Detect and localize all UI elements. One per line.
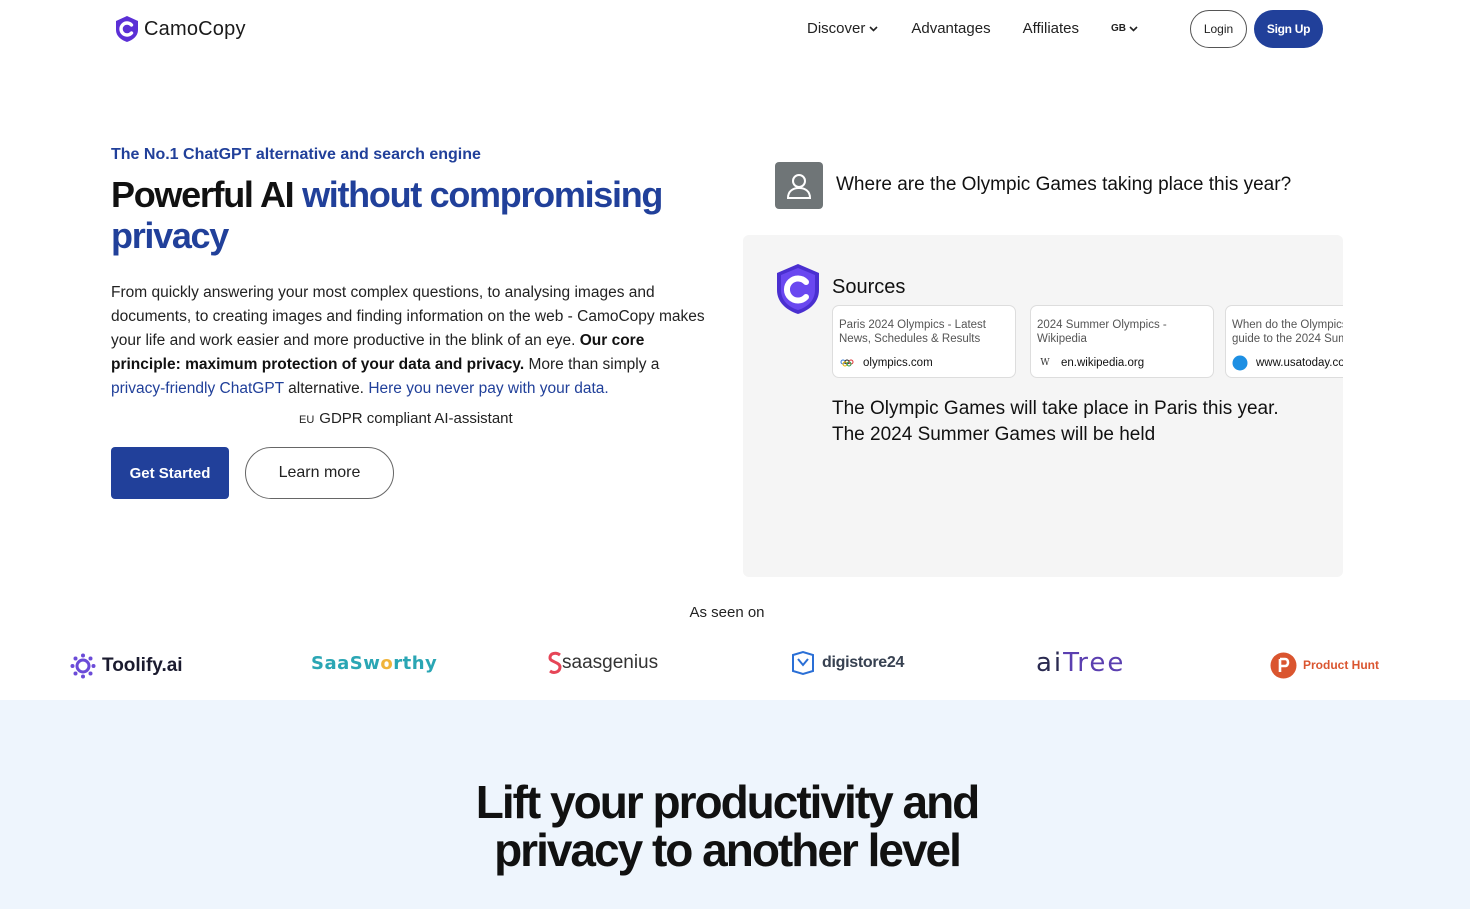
source-card[interactable]: When do the Olympics? A guide to the 202…: [1225, 305, 1343, 378]
hero-title: Powerful AI without compromising privacy: [111, 174, 711, 256]
saasworthy-part: rthy: [393, 652, 438, 674]
hero-desc-text: alternative.: [288, 380, 364, 397]
login-button[interactable]: Login: [1190, 10, 1247, 48]
aitree-logo[interactable]: aiTree: [1036, 645, 1125, 681]
user-icon: [786, 173, 812, 199]
saasworthy-logo[interactable]: SaaSworthy: [311, 645, 437, 681]
brand-logo[interactable]: CamoCopy: [114, 15, 246, 43]
toolify-name: Toolify.ai: [102, 655, 183, 676]
source-title: When do the Olympics? A guide to the 202…: [1232, 318, 1343, 348]
saasgenius-s-icon: [548, 651, 562, 674]
gdpr-badge: EU GDPR compliant AI-assistant: [299, 410, 513, 427]
aitree-name: aiTree: [1036, 648, 1125, 678]
nav-links: Discover Advantages Affiliates GB: [807, 20, 1138, 37]
features-section: Lift your productivity and privacy to an…: [0, 700, 1470, 909]
get-started-button[interactable]: Get Started: [111, 447, 229, 499]
user-question: Where are the Olympic Games taking place…: [836, 174, 1292, 195]
hero-desc-text: More than simply a: [528, 356, 660, 373]
digistore24-logo[interactable]: digistore24: [790, 645, 904, 681]
usatoday-icon: [1232, 355, 1248, 371]
eu-flag-icon: EU: [299, 414, 315, 426]
hero-title-plain: Powerful AI: [111, 174, 295, 215]
nav-advantages[interactable]: Advantages: [911, 20, 990, 37]
learn-more-button[interactable]: Learn more: [245, 447, 394, 499]
source-domain-row: www.usatoday.com: [1232, 355, 1343, 371]
source-card[interactable]: Paris 2024 Olympics - Latest News, Sched…: [832, 305, 1016, 378]
producthunt-icon: [1270, 652, 1297, 678]
section-title-line: privacy to another level: [494, 824, 962, 876]
sources-title: Sources: [832, 276, 906, 298]
chevron-down-icon: [1129, 25, 1138, 32]
source-title-line: News, Schedules & Results: [839, 333, 981, 345]
as-seen-on-label: As seen on: [689, 604, 765, 621]
press-logos: Toolify.ai SaaSworthy saasgenius digisto…: [0, 645, 1470, 685]
signup-button[interactable]: Sign Up: [1254, 10, 1323, 48]
language-label: GB: [1111, 23, 1127, 34]
source-title: 2024 Summer Olympics - Wikipedia: [1037, 318, 1207, 348]
hero-eyebrow: The No.1 ChatGPT alternative and search …: [111, 146, 481, 163]
producthunt-name: Product Hunt: [1303, 658, 1379, 672]
never-pay-link[interactable]: Here you never pay with your data.: [368, 380, 608, 397]
source-domain-row: olympics.com: [839, 356, 1009, 370]
source-domain: www.usatoday.com: [1256, 357, 1343, 369]
aitree-part: ai: [1036, 648, 1064, 678]
saasgenius-logo[interactable]: saasgenius: [548, 645, 658, 681]
source-title-line: 2024 Summer Olympics -: [1037, 319, 1167, 331]
source-title-line: guide to the 2024 Summer: [1232, 333, 1343, 345]
digistore-shield-icon: [792, 650, 814, 676]
toolify-gear-icon: [70, 653, 96, 679]
answer-panel: Sources Paris 2024 Olympics - Latest New…: [743, 235, 1343, 577]
user-avatar: [775, 162, 823, 209]
camocopy-logo-icon: [116, 16, 138, 42]
saasworthy-name: SaaSworthy: [311, 653, 437, 674]
source-title: Paris 2024 Olympics - Latest News, Sched…: [839, 318, 1009, 348]
answer-text: The Olympic Games will take place in Par…: [832, 396, 1332, 448]
nav-affiliates[interactable]: Affiliates: [1023, 20, 1079, 37]
source-card[interactable]: 2024 Summer Olympics - Wikipedia W en.wi…: [1030, 305, 1214, 378]
section-title-line: Lift your productivity and: [475, 776, 981, 828]
section-title: Lift your productivity and privacy to an…: [0, 778, 1454, 874]
chevron-down-icon: [869, 25, 878, 32]
brand-name: CamoCopy: [144, 17, 246, 40]
nav-discover[interactable]: Discover: [807, 20, 878, 37]
gdpr-text: GDPR compliant AI-assistant: [319, 410, 513, 427]
source-title-line: Paris 2024 Olympics - Latest: [839, 319, 987, 331]
saasworthy-part: o: [380, 652, 394, 674]
source-domain-row: W en.wikipedia.org: [1037, 356, 1207, 370]
wikipedia-icon: W: [1040, 358, 1050, 368]
olympic-rings-icon: [839, 356, 855, 370]
aitree-part: Tree: [1063, 648, 1126, 678]
toolify-logo[interactable]: Toolify.ai: [70, 648, 183, 684]
saasworthy-part: SaaSw: [311, 652, 381, 674]
answer-line: The 2024 Summer Games will be held: [832, 424, 1156, 445]
saasgenius-name: saasgenius: [562, 652, 659, 673]
language-selector[interactable]: GB: [1111, 23, 1138, 34]
source-domain: olympics.com: [863, 357, 933, 369]
producthunt-logo[interactable]: Product Hunt: [1270, 647, 1379, 683]
answer-line: The Olympic Games will take place in Par…: [832, 398, 1279, 419]
hero-description: From quickly answering your most complex…: [111, 281, 711, 401]
source-title-line: Wikipedia: [1037, 333, 1087, 345]
camocopy-bot-icon: [777, 264, 819, 314]
source-title-line: When do the Olympics? A: [1232, 319, 1343, 331]
privacy-chatgpt-link[interactable]: privacy-friendly ChatGPT: [111, 380, 284, 397]
source-domain: en.wikipedia.org: [1061, 357, 1145, 369]
digistore-name: digistore24: [822, 654, 905, 671]
nav-discover-label: Discover: [807, 20, 866, 37]
top-nav: CamoCopy Discover Advantages Affiliates …: [0, 0, 1470, 60]
